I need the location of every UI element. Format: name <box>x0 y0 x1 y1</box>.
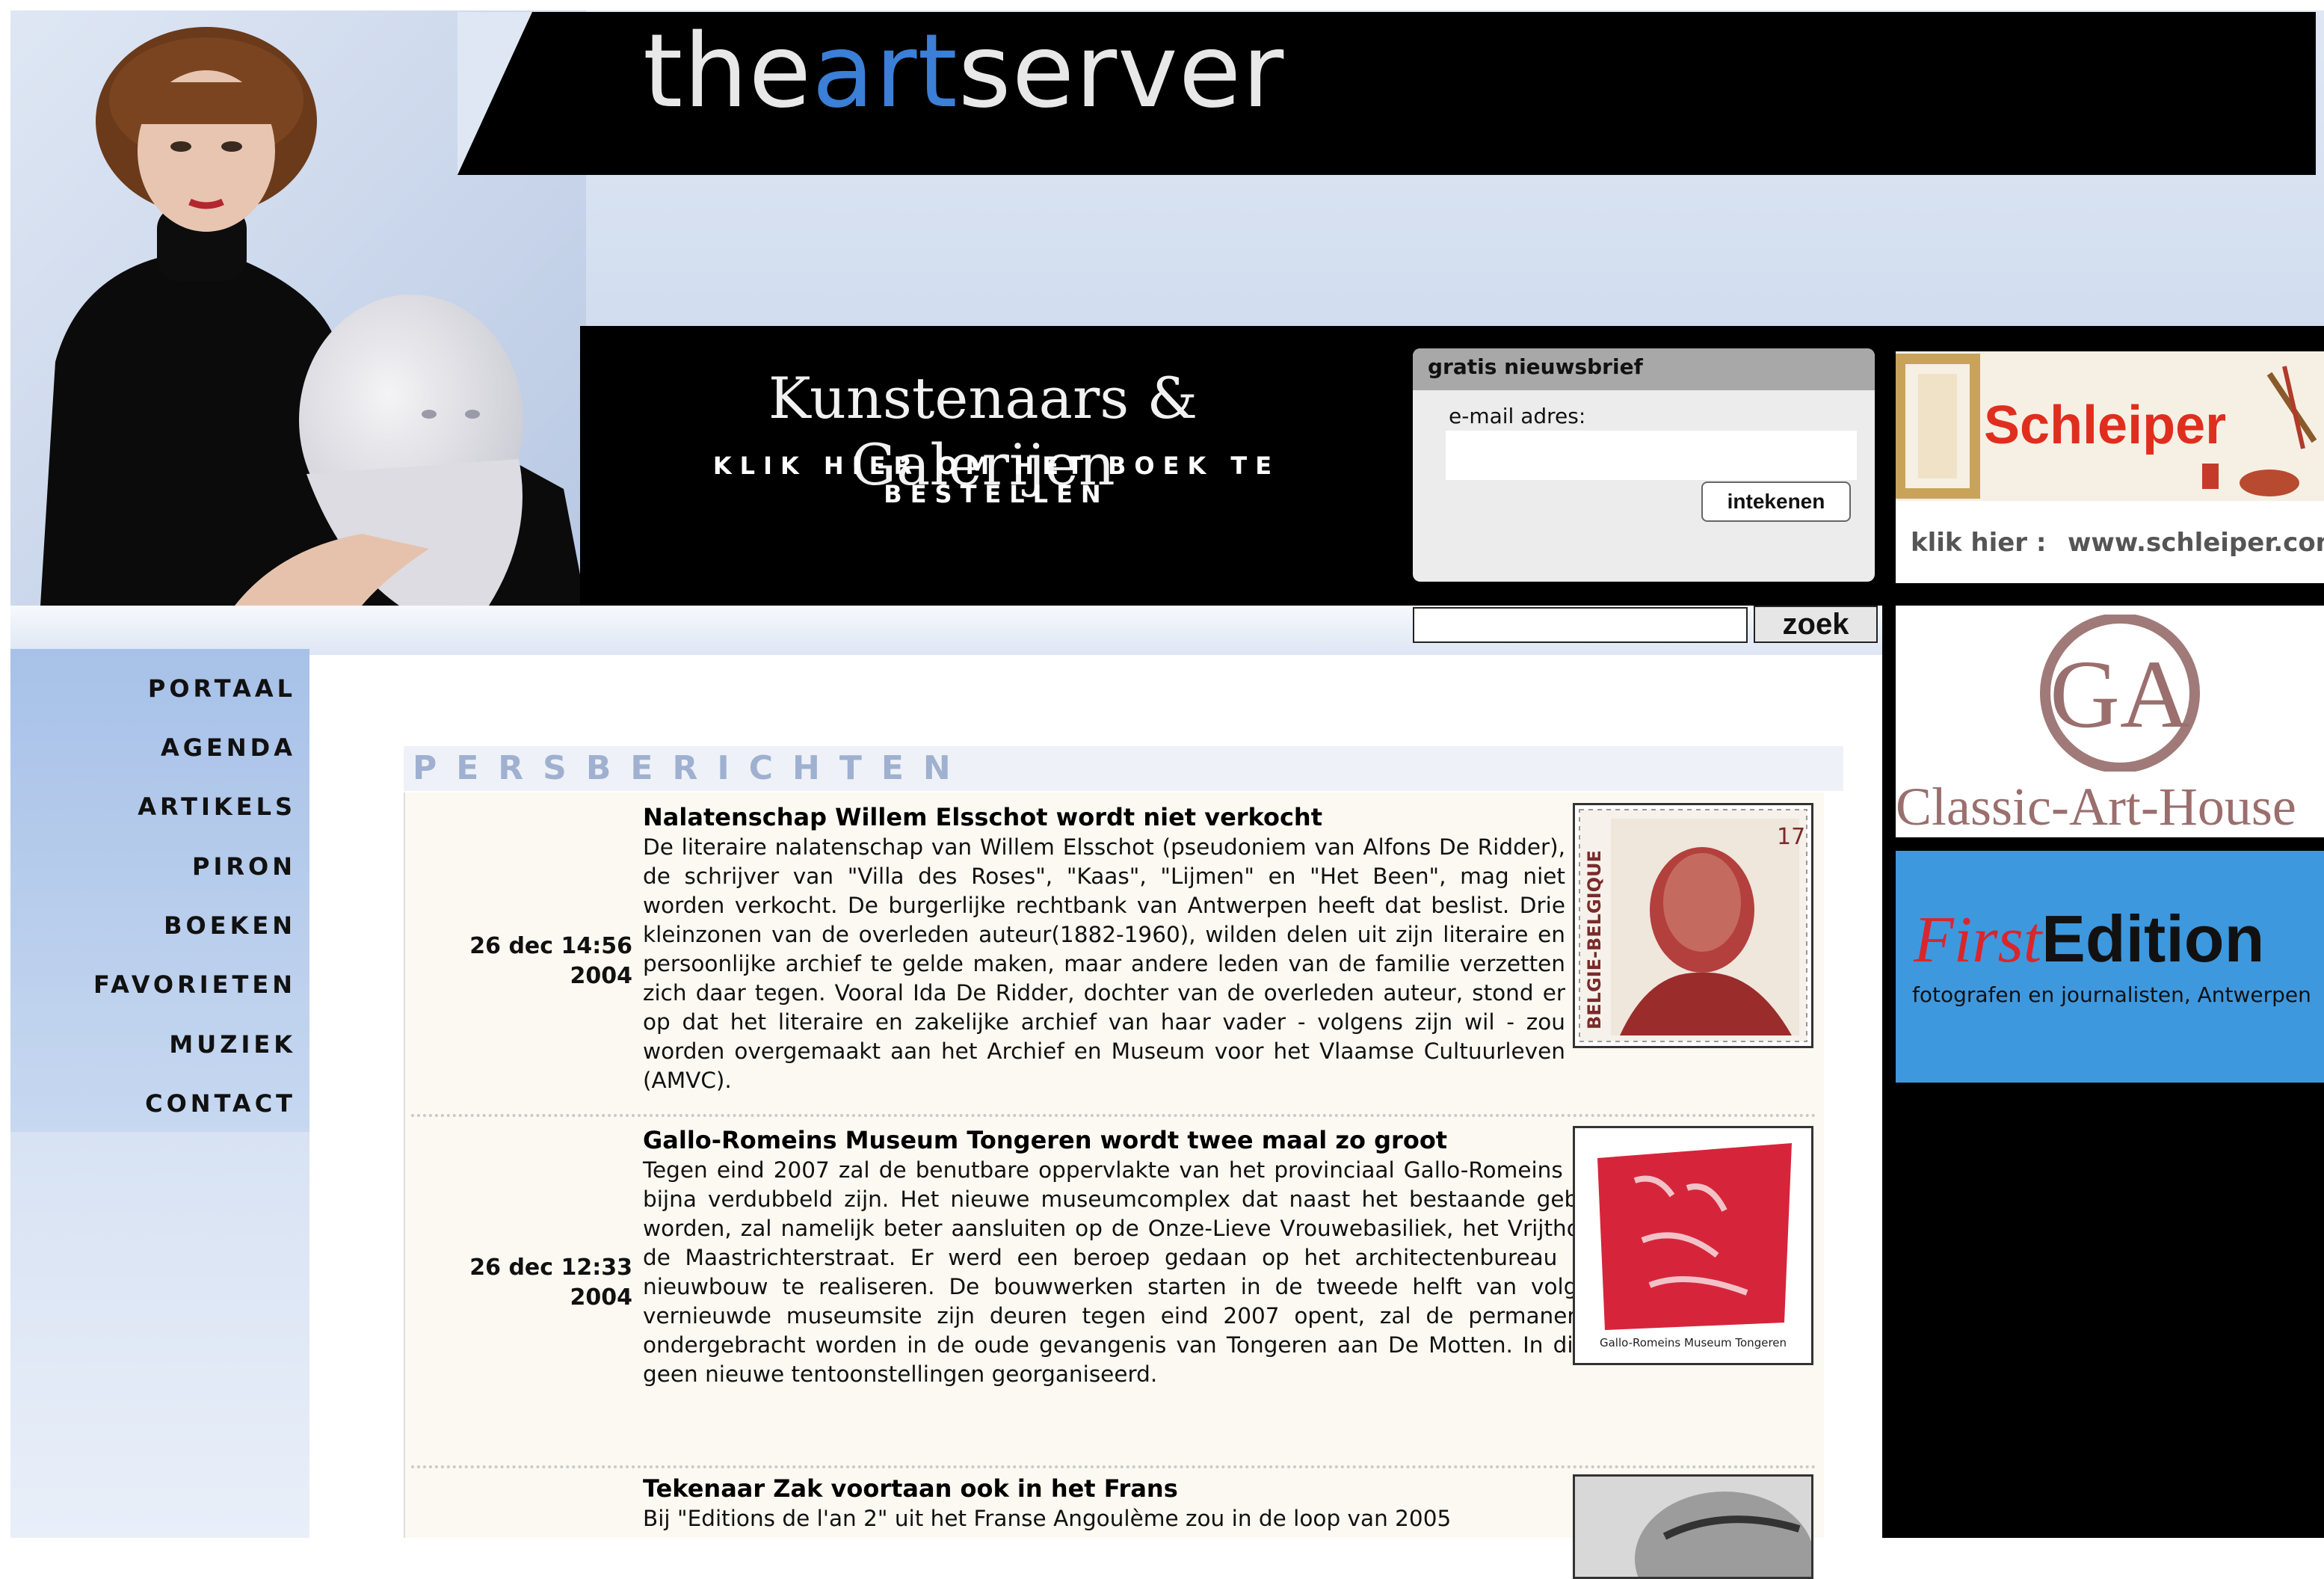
email-field[interactable] <box>1446 431 1857 480</box>
list-item: Tekenaar Zak voortaan ook in het Frans B… <box>405 1474 1825 1579</box>
order-book-link[interactable]: KLIK HIER OM HET BOEK TE BESTELLEN <box>626 452 1366 508</box>
article-body: Bij "Editions de l'an 2" uit het Franse … <box>643 1506 1452 1531</box>
first-edition-first: First <box>1914 904 2042 976</box>
article-separator <box>411 1114 1816 1117</box>
press-release-list: 26 dec 14:56 2004 Nalatenschap Willem Els… <box>404 792 1825 1579</box>
article-title[interactable]: Tekenaar Zak voortaan ook in het Frans <box>643 1474 1178 1503</box>
article-datetime: 26 dec 12:33 <box>469 1255 632 1281</box>
search-input[interactable] <box>1413 607 1748 643</box>
logo-the: the <box>643 13 813 131</box>
first-edition-subtitle: fotografen en journalisten, Antwerpen <box>1912 982 2311 1007</box>
article-year: 2004 <box>570 1284 633 1311</box>
elsschot-stamp-image: BELGIE-BELGIQUE 17 <box>1573 803 1813 1048</box>
logo-art: art <box>812 13 958 131</box>
section-header: PERSBERICHTEN <box>404 746 1843 791</box>
ca-monogram: GA <box>2050 641 2190 748</box>
nav-item-portaal[interactable]: PORTAAL <box>148 674 296 703</box>
nav-item-piron[interactable]: PIRON <box>192 852 296 881</box>
schleiper-ad[interactable]: Schleiper klik hier : www.schleiper.com <box>1896 351 2324 583</box>
article-year: 2004 <box>570 963 633 989</box>
list-item: 26 dec 12:33 2004 Gallo-Romeins Museum To… <box>405 1126 1825 1455</box>
search-button[interactable]: zoek <box>1754 606 1878 643</box>
classic-art-house-name: Classic-Art-House <box>1896 777 2296 837</box>
nav-item-agenda[interactable]: AGENDA <box>161 733 296 762</box>
nav-item-boeken[interactable]: BOEKEN <box>164 911 296 940</box>
logo-server: server <box>958 13 1285 131</box>
newsletter-heading: gratis nieuwsbrief <box>1428 354 1643 379</box>
museum-poster-image: Gallo-Romeins Museum Tongeren <box>1573 1126 1813 1365</box>
first-edition-logo: FirstEdition <box>1914 906 2264 973</box>
first-edition-edition: Edition <box>2041 902 2265 976</box>
article-date: 26 dec 12:33 2004 <box>417 1253 632 1313</box>
article-body: De literaire nalatenschap van Willem Els… <box>643 834 1565 1093</box>
newsletter-box: gratis nieuwsbrief e-mail adres: inteken… <box>1413 348 1875 582</box>
zak-portrait-image <box>1573 1474 1813 1579</box>
schleiper-brand: Schleiper <box>1984 395 2227 455</box>
nav-item-contact[interactable]: CONTACT <box>145 1089 296 1118</box>
article-title[interactable]: Nalatenschap Willem Elsschot wordt niet … <box>643 803 1322 831</box>
article-date: 26 dec 14:56 2004 <box>417 932 632 991</box>
article-separator <box>411 1465 1816 1468</box>
email-label: e-mail adres: <box>1449 404 1586 428</box>
site-logo[interactable]: theartserver <box>643 21 1284 123</box>
nav-item-artikels[interactable]: ARTIKELS <box>138 792 296 821</box>
article-title[interactable]: Gallo-Romeins Museum Tongeren wordt twee… <box>643 1126 1447 1154</box>
nav-item-favorieten[interactable]: FAVORIETEN <box>93 970 296 999</box>
first-edition-ad[interactable]: FirstEdition fotografen en journalisten,… <box>1896 851 2324 1083</box>
main-nav: PORTAAL AGENDA ARTIKELS PIRON BOEKEN FAV… <box>10 649 309 1132</box>
schleiper-link-label: klik hier : <box>1911 528 2047 558</box>
article-datetime: 26 dec 14:56 <box>469 933 632 959</box>
stamp-value: 17 <box>1777 824 1805 850</box>
thumb-caption: Gallo-Romeins Museum Tongeren <box>1600 1336 1787 1349</box>
ca-monogram-logo: GA <box>2040 615 2200 772</box>
title-band-cut <box>457 12 532 175</box>
newsletter-header: gratis nieuwsbrief <box>1413 348 1875 390</box>
section-title: PERSBERICHTEN <box>413 749 970 787</box>
stamp-country: BELGIE-BELGIQUE <box>1584 850 1605 1029</box>
subscribe-button[interactable]: intekenen <box>1701 481 1851 522</box>
list-item: 26 dec 14:56 2004 Nalatenschap Willem Els… <box>405 803 1825 1109</box>
classic-art-house-ad[interactable]: GA Classic-Art-House <box>1896 606 2324 837</box>
nav-sidebar-fill <box>10 1132 309 1538</box>
nav-item-muziek[interactable]: MUZIEK <box>169 1030 296 1059</box>
schleiper-url[interactable]: www.schleiper.com <box>2068 528 2324 558</box>
